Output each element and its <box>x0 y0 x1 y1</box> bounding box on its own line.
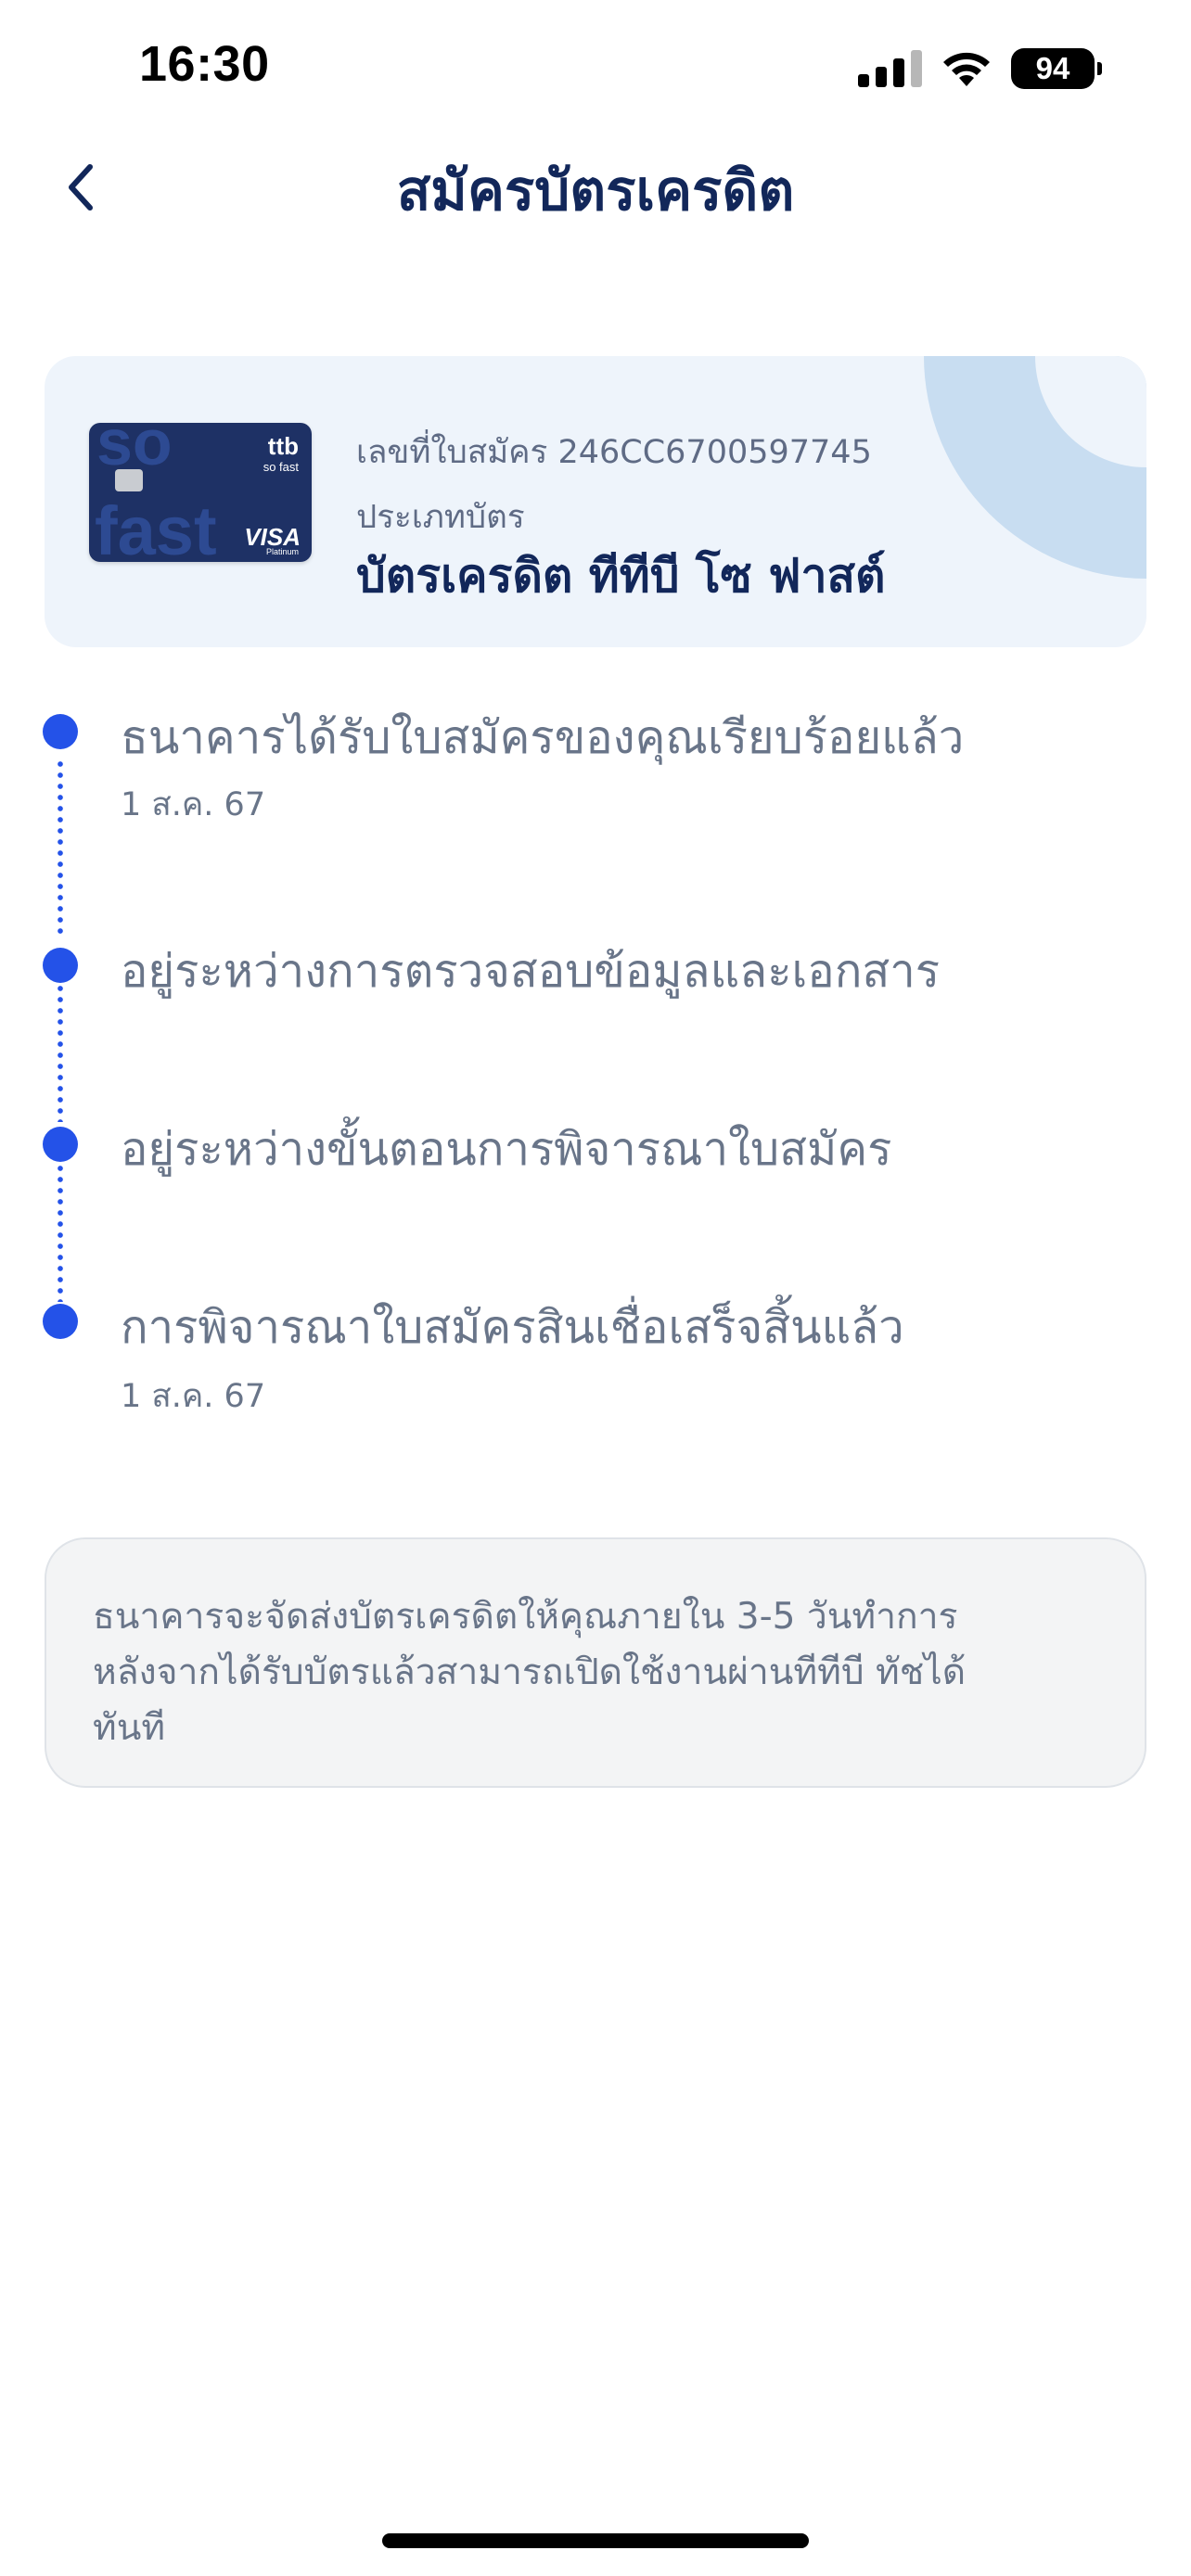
status-icons: 94 <box>858 48 1102 89</box>
timeline-connector <box>58 759 63 935</box>
application-summary-card: so fast ttb so fast VISA Platinum เลขที่… <box>45 356 1146 647</box>
card-product-name: so fast <box>263 460 299 474</box>
timeline-step-date: 1 ส.ค. 67 <box>121 786 266 823</box>
info-text-line: ทันที <box>93 1707 166 1749</box>
wifi-icon <box>943 52 990 86</box>
card-type-value: บัตรเครดิต ทีทีบี โซ ฟาสต์ <box>356 549 886 603</box>
battery-level: 94 <box>1011 48 1095 89</box>
info-text-line: หลังจากได้รับบัตรแล้วสามารถเปิดใช้งานผ่า… <box>93 1651 967 1693</box>
card-big-text-top: so <box>96 423 173 478</box>
delivery-info-box: ธนาคารจะจัดส่งบัตรเครดิตให้คุณภายใน 3-5 … <box>45 1537 1146 1788</box>
card-type-label: ประเภทบัตร <box>356 499 525 536</box>
timeline-dot <box>43 714 78 749</box>
timeline-dot <box>43 1127 78 1162</box>
card-chip-icon <box>115 469 143 491</box>
timeline-step-title: การพิจารณาใบสมัครสินเชื่อเสร็จสิ้นแล้ว <box>121 1301 904 1354</box>
status-time: 16:30 <box>139 36 270 92</box>
timeline-connector <box>58 983 63 1122</box>
decorative-arc <box>924 356 1146 579</box>
timeline-connector <box>58 1163 63 1302</box>
application-number: เลขที่ใบสมัคร 246CC6700597745 <box>356 434 872 471</box>
timeline-dot <box>43 1304 78 1339</box>
page-title: สมัครบัตรเครดิต <box>396 159 795 223</box>
battery-icon: 94 <box>1011 48 1102 89</box>
timeline-dot <box>43 948 78 983</box>
card-big-text-bottom: fast <box>95 492 217 563</box>
timeline-step-title: ธนาคารได้รับใบสมัครของคุณเรียบร้อยแล้ว <box>121 711 965 764</box>
card-brand-logo: ttb <box>267 432 299 460</box>
timeline-step-date: 1 ส.ค. 67 <box>121 1378 266 1415</box>
timeline-step-title: อยู่ระหว่างขั้นตอนการพิจารณาใบสมัคร <box>121 1123 892 1176</box>
credit-card-image: so fast ttb so fast VISA Platinum <box>89 423 312 562</box>
card-tier: Platinum <box>265 547 299 556</box>
cellular-signal-icon <box>858 50 922 87</box>
timeline-step-title: อยู่ระหว่างการตรวจสอบข้อมูลและเอกสาร <box>121 945 941 998</box>
info-text-line: ธนาคารจะจัดส่งบัตรเครดิตให้คุณภายใน 3-5 … <box>93 1596 958 1638</box>
home-indicator[interactable] <box>382 2533 809 2548</box>
